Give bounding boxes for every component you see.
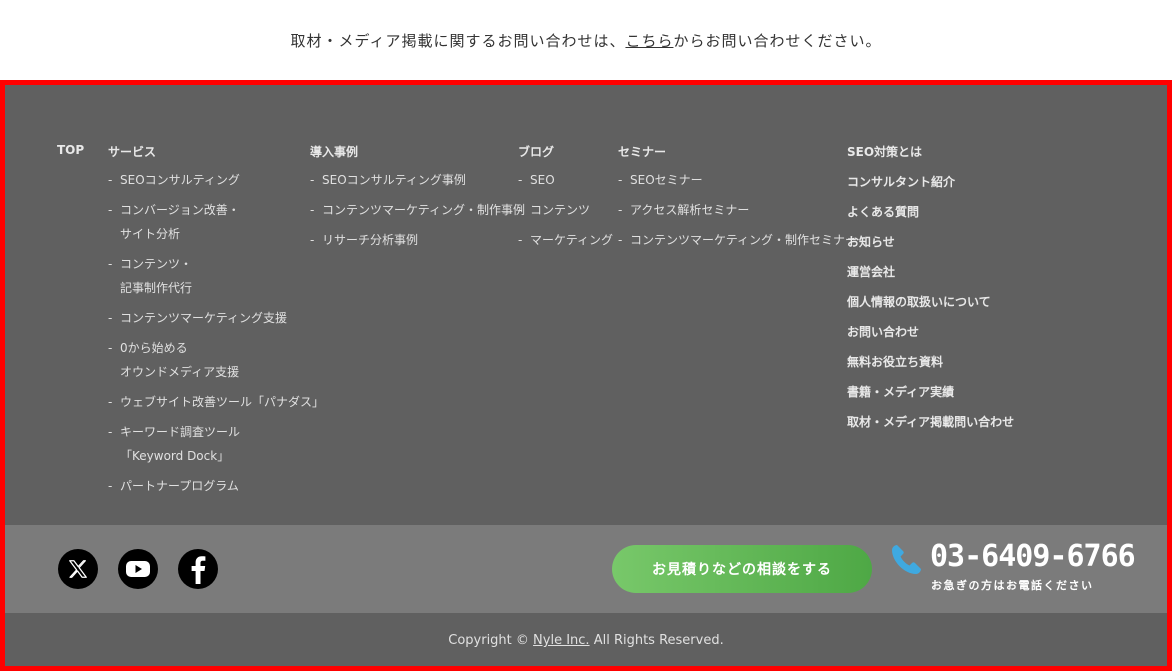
services-item-label: SEOコンサルティング (120, 173, 240, 187)
right-link-item[interactable]: SEO対策とは (847, 143, 922, 160)
right-link-item[interactable]: 無料お役立ち資料 (847, 353, 943, 370)
cases-item[interactable]: - コンテンツマーケティング・制作事例 (310, 198, 525, 222)
item-dash: - (108, 257, 113, 271)
cases-item-label: コンテンツマーケティング・制作事例 (322, 203, 526, 217)
facebook-icon[interactable] (178, 549, 218, 589)
cases-item-label: リサーチ分析事例 (322, 233, 419, 247)
right-link-item[interactable]: 書籍・メディア実績 (847, 383, 954, 400)
services-item-label: キーワード調査ツール (120, 425, 241, 439)
company-link[interactable]: Nyle Inc. (533, 633, 590, 648)
copyright-suffix: All Rights Reserved. (589, 633, 724, 648)
item-dash: - (518, 173, 523, 187)
services-item[interactable]: - キーワード調査ツール 「Keyword Dock」 (108, 420, 240, 468)
nav-seminar-heading[interactable]: セミナー (618, 143, 666, 160)
seminar-item[interactable]: - コンテンツマーケティング・制作セミナー (618, 228, 857, 252)
seminar-item-label: コンテンツマーケティング・制作セミナー (630, 233, 858, 247)
seminar-item[interactable]: - SEOセミナー (618, 168, 703, 192)
cases-item-label: SEOコンサルティング事例 (322, 173, 466, 187)
media-inquiry-notice: 取材・メディア掲載に関するお問い合わせは、 こちら からお問い合わせください。 (0, 0, 1172, 80)
item-dash: - (310, 173, 315, 187)
right-link-item[interactable]: コンサルタント紹介 (847, 173, 955, 190)
item-dash: - (518, 203, 523, 217)
seminar-item-label: SEOセミナー (630, 173, 703, 187)
services-item[interactable]: - パートナープログラム (108, 474, 239, 498)
item-dash: - (618, 173, 623, 187)
item-dash: - (108, 479, 113, 493)
site-footer: TOP サービス - SEOコンサルティング - コンバージョン改善・ サイト分析 - コン… (0, 80, 1172, 671)
right-link-item[interactable]: 運営会社 (847, 263, 895, 280)
phone-icon (892, 545, 921, 574)
youtube-icon[interactable] (118, 549, 158, 589)
services-item-label: 記事制作代行 (120, 281, 193, 295)
blog-item[interactable]: - SEO (518, 168, 555, 192)
item-dash: - (310, 233, 315, 247)
services-item[interactable]: - コンバージョン改善・ サイト分析 (108, 198, 240, 246)
blog-item[interactable]: - コンテンツ (518, 198, 590, 222)
services-item-label: 「Keyword Dock」 (120, 449, 230, 463)
nav-services-heading[interactable]: サービス (108, 143, 156, 160)
item-dash: - (310, 203, 315, 217)
blog-item-label: マーケティング (530, 233, 614, 247)
cases-item[interactable]: - リサーチ分析事例 (310, 228, 418, 252)
item-dash: - (108, 425, 113, 439)
right-link-item[interactable]: よくある質問 (847, 203, 919, 220)
services-item-label: ウェブサイト改善ツール「パナダス」 (120, 395, 325, 409)
x-icon[interactable] (58, 549, 98, 589)
services-item[interactable]: -0から始めるオウンドメディア支援 (108, 336, 239, 384)
phone-number[interactable]: 03-6409-6766 (930, 539, 1136, 574)
services-item-label: 0から始める (120, 341, 188, 355)
services-item-label: オウンドメディア支援 (120, 365, 240, 379)
copyright-prefix: Copyright © (448, 633, 534, 648)
seminar-item-label: アクセス解析セミナー (630, 203, 750, 217)
services-item[interactable]: - コンテンツマーケティング支援 (108, 306, 287, 330)
right-link-item[interactable]: お知らせ (847, 233, 895, 250)
item-dash: - (618, 233, 623, 247)
item-dash: - (108, 395, 113, 409)
blog-item[interactable]: - マーケティング (518, 228, 613, 252)
services-item-label: コンバージョン改善・ (120, 203, 240, 217)
blog-item-label: コンテンツ (530, 203, 591, 217)
copyright-text: Copyright © Nyle Inc. All Rights Reserve… (5, 633, 1167, 648)
right-link-item[interactable]: 個人情報の取扱いについて (847, 293, 991, 310)
footer-nav: TOP サービス - SEOコンサルティング - コンバージョン改善・ サイト分析 - コン… (5, 85, 1167, 525)
item-dash: - (618, 203, 623, 217)
item-dash: - (108, 311, 113, 325)
services-item-label: コンテンツ・ (120, 257, 193, 271)
services-item[interactable]: - コンテンツ・ 記事制作代行 (108, 252, 192, 300)
item-dash: - (518, 233, 523, 247)
item-dash: - (108, 173, 113, 187)
cases-item[interactable]: - SEOコンサルティング事例 (310, 168, 466, 192)
footer-action-bar: お見積りなどの相談をする 03-6409-6766 お急ぎの方はお電話ください (5, 525, 1167, 613)
right-link-item[interactable]: お問い合わせ (847, 323, 919, 340)
nav-top-link[interactable]: TOP (57, 143, 84, 157)
services-item[interactable]: - SEOコンサルティング (108, 168, 240, 192)
item-dash: - (108, 203, 113, 217)
seminar-item[interactable]: - アクセス解析セミナー (618, 198, 749, 222)
services-item-label: サイト分析 (120, 227, 181, 241)
item-dash: - (108, 341, 113, 355)
nav-blog-heading[interactable]: ブログ (518, 143, 554, 160)
services-item-label: コンテンツマーケティング支援 (120, 311, 288, 325)
services-item-label: パートナープログラム (120, 479, 239, 493)
notice-suffix: からお問い合わせください。 (673, 31, 882, 50)
phone-caption: お急ぎの方はお電話ください (931, 579, 1094, 592)
consultation-button[interactable]: お見積りなどの相談をする (612, 545, 872, 593)
right-link-item[interactable]: 取材・メディア掲載問い合わせ (847, 413, 1014, 430)
nav-cases-heading[interactable]: 導入事例 (310, 143, 358, 160)
services-item[interactable]: - ウェブサイト改善ツール「パナダス」 (108, 390, 324, 414)
notice-prefix: 取材・メディア掲載に関するお問い合わせは、 (290, 31, 626, 50)
notice-link[interactable]: こちら (625, 30, 673, 51)
blog-item-label: SEO (530, 173, 555, 187)
